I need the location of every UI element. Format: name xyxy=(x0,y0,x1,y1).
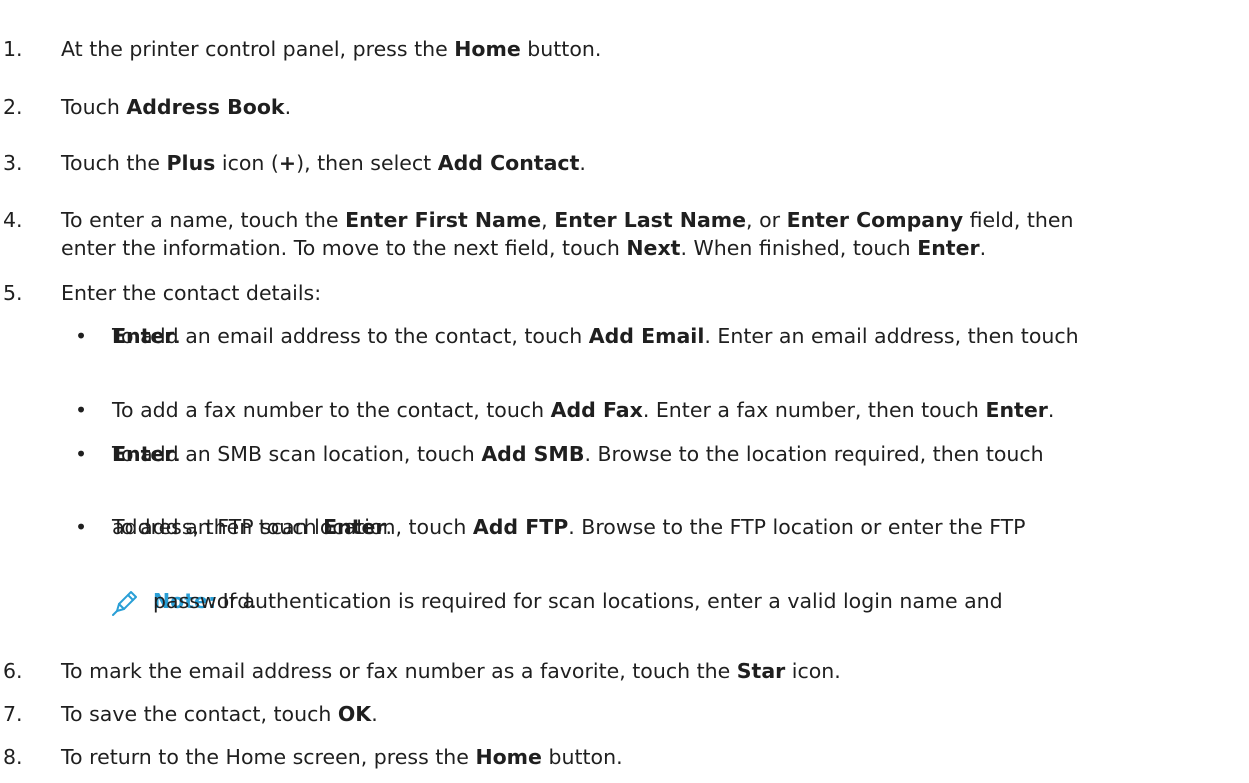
bullet-text: To add a fax number to the contact, touc… xyxy=(112,398,1055,422)
bullet-marker: • xyxy=(75,515,88,539)
step-text: To mark the email address or fax number … xyxy=(61,659,841,683)
step-number: 5. xyxy=(3,281,23,305)
step-number: 1. xyxy=(3,37,23,61)
step-text-line-2: enter the information. To move to the ne… xyxy=(61,236,987,260)
step-number: 3. xyxy=(3,151,23,175)
step-number: 2. xyxy=(3,95,23,119)
bullet-text-line-2: address, then touch Enter. xyxy=(112,515,393,539)
step-text: To save the contact, touch OK. xyxy=(61,702,378,726)
step-text-line-1: To enter a name, touch the Enter First N… xyxy=(61,208,1074,232)
bullet-text-line-2: Enter. xyxy=(112,324,181,348)
step-number: 6. xyxy=(3,659,23,683)
step-text: Enter the contact details: xyxy=(61,281,322,305)
step-text: To return to the Home screen, press the … xyxy=(61,745,623,769)
bullet-marker: • xyxy=(75,442,88,466)
step-number: 7. xyxy=(3,702,23,726)
note-text-line-2: password. xyxy=(153,589,257,613)
bullet-marker: • xyxy=(75,398,88,422)
step-number: 4. xyxy=(3,208,23,232)
bullet-text-line-1: To add an email address to the contact, … xyxy=(112,324,1079,348)
bullet-marker: • xyxy=(75,324,88,348)
step-number: 8. xyxy=(3,745,23,769)
step-text: Touch the Plus icon (+), then select Add… xyxy=(61,151,586,175)
step-text: Touch Address Book. xyxy=(61,95,292,119)
step-text: At the printer control panel, press the … xyxy=(61,37,602,61)
bullet-text-line-1: To add an SMB scan location, touch Add S… xyxy=(112,442,1044,466)
bullet-text-line-2: Enter. xyxy=(112,442,181,466)
note-text-line-1: Note: If authentication is required for … xyxy=(153,589,1003,613)
pencil-icon xyxy=(110,587,140,617)
